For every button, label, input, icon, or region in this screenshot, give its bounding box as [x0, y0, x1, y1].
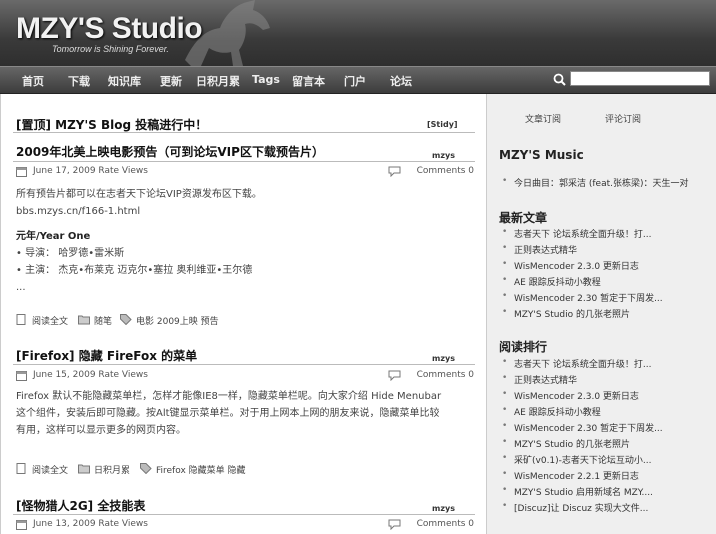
- nav-forum[interactable]: 论坛: [390, 73, 412, 89]
- excerpt-link[interactable]: bbs.mzys.cn/f166-1.html: [16, 203, 476, 220]
- post-author[interactable]: mzys: [432, 354, 455, 363]
- sidebar: 文章订阅 评论订阅 MZY'S Music 今日曲目：郭采洁 (feat.张栋梁…: [486, 94, 716, 534]
- excerpt-heading: 元年/Year One: [16, 231, 91, 242]
- list-item[interactable]: 采矿(v0.1)-志者天下论坛互动小...: [501, 453, 704, 469]
- post-author[interactable]: mzys: [432, 151, 455, 160]
- excerpt-line: • 主演： 杰克•布莱克 迈克尔•塞拉 奥利维亚•王尔德: [16, 265, 253, 276]
- divider: [13, 364, 475, 365]
- latest-posts-title: 最新文章: [499, 211, 548, 225]
- nav-home[interactable]: 首页: [22, 73, 44, 89]
- search-icon[interactable]: [553, 73, 566, 86]
- search-input[interactable]: [570, 71, 710, 86]
- music-widget-title: MZY'S Music: [499, 148, 584, 162]
- list-item[interactable]: 正则表达式精华: [501, 243, 704, 259]
- excerpt-line: 所有预告片都可以在志者天下论坛VIP资源发布区下载。: [16, 189, 262, 200]
- post-title[interactable]: 2009年北美上映电影预告（可到论坛VIP区下载预告片）: [16, 143, 324, 160]
- divider: [13, 514, 475, 515]
- excerpt-line: 这个组件，安装后即可隐藏。按Alt键显示菜单栏。对于用上网本上网的朋友来说，隐藏…: [16, 408, 440, 419]
- tag-icon: [120, 314, 132, 325]
- list-item[interactable]: MZY'S Studio 的几张老照片: [501, 437, 704, 453]
- nav-download[interactable]: 下载: [68, 73, 90, 89]
- document-icon: [16, 463, 26, 474]
- main-area: [置顶] MZY'S Blog 投稿进行中！ [Stidy] 2009年北美上映…: [0, 94, 716, 534]
- comment-bubble-icon: [388, 370, 401, 381]
- excerpt-line: [16, 220, 476, 228]
- post-tags[interactable]: Firefox 隐藏菜单 隐藏: [156, 463, 246, 476]
- nav-knowledge-base[interactable]: 知识库: [108, 73, 141, 89]
- list-item[interactable]: WisMencoder 2.30 暂定于下周发...: [501, 421, 704, 437]
- list-item[interactable]: WisMencoder 2.3.0 更新日志: [501, 259, 704, 275]
- site-tagline: Tomorrow is Shining Forever.: [52, 44, 169, 54]
- list-item[interactable]: 志者天下 论坛系统全面升级！打...: [501, 357, 704, 373]
- post-excerpt: 所有预告片都可以在志者天下论坛VIP资源发布区下载。 bbs.mzys.cn/f…: [16, 186, 476, 296]
- popular-posts-title: 阅读排行: [499, 340, 548, 354]
- list-item[interactable]: MZY'S Studio 启用新域名 MZY....: [501, 485, 704, 501]
- tag-icon: [140, 463, 152, 474]
- post-tags[interactable]: 电影 2009上映 预告: [136, 314, 219, 327]
- list-item[interactable]: AE 跟踪反抖动小教程: [501, 275, 704, 291]
- nav-bar: 首页 下载 知识库 更新 日积月累 Tags 留言本 门户 论坛: [0, 66, 716, 94]
- folder-icon: [78, 464, 90, 474]
- posts-feed-link[interactable]: 文章订阅: [525, 112, 561, 125]
- calendar-icon: [16, 371, 27, 381]
- post-author[interactable]: mzys: [432, 504, 455, 513]
- site-header: MZY'S Studio Tomorrow is Shining Forever…: [0, 0, 716, 66]
- folder-icon: [78, 315, 90, 325]
- list-item[interactable]: MZY'S Studio 的几张老照片: [501, 307, 704, 323]
- nav-daily[interactable]: 日积月累: [196, 73, 240, 89]
- list-item[interactable]: WisMencoder 2.30 暂定于下周发...: [501, 291, 704, 307]
- post-title[interactable]: [怪物猎人2G] 全技能表: [16, 497, 145, 514]
- calendar-icon: [16, 167, 27, 177]
- list-item[interactable]: AE 跟踪反抖动小教程: [501, 405, 704, 421]
- comment-bubble-icon: [388, 519, 401, 530]
- post-comments-link[interactable]: Comments 0: [417, 519, 474, 529]
- sticky-label: [Stidy]: [427, 120, 458, 129]
- latest-posts-list: 志者天下 论坛系统全面升级！打... 正则表达式精华 WisMencoder 2…: [501, 227, 704, 323]
- list-item[interactable]: 正则表达式精华: [501, 373, 704, 389]
- post-comments-link[interactable]: Comments 0: [417, 166, 474, 176]
- list-item[interactable]: 今日曲目：郭采洁 (feat.张栋梁)：天生一对: [501, 176, 716, 192]
- list-item[interactable]: WisMencoder 2.3.0 更新日志: [501, 389, 704, 405]
- nav-tags[interactable]: Tags: [252, 73, 280, 86]
- post-title[interactable]: [Firefox] 隐藏 FireFox 的菜单: [16, 347, 197, 364]
- post-category[interactable]: 日积月累: [94, 463, 130, 476]
- excerpt-line: ...: [16, 282, 26, 293]
- excerpt-line: Firefox 默认不能隐藏菜单栏，怎样才能像IE8一样，隐藏菜单栏呢。向大家介…: [16, 391, 442, 402]
- calendar-icon: [16, 520, 27, 530]
- post-date: June 15, 2009 Rate Views: [33, 370, 148, 380]
- post-comments-link[interactable]: Comments 0: [417, 370, 474, 380]
- post-excerpt: Firefox 默认不能隐藏菜单栏，怎样才能像IE8一样，隐藏菜单栏呢。向大家介…: [16, 388, 476, 439]
- post-list: [置顶] MZY'S Blog 投稿进行中！ [Stidy] 2009年北美上映…: [0, 94, 486, 534]
- nav-portal[interactable]: 门户: [344, 73, 366, 89]
- comments-feed-link[interactable]: 评论订阅: [605, 112, 641, 125]
- divider: [13, 132, 475, 133]
- nav-guestbook[interactable]: 留言本: [292, 73, 325, 89]
- music-list: 今日曲目：郭采洁 (feat.张栋梁)：天生一对: [501, 176, 716, 192]
- post-category[interactable]: 随笔: [94, 314, 112, 327]
- list-item[interactable]: [Discuz]让 Discuz 实现大文件...: [501, 501, 704, 517]
- sticky-post-title[interactable]: [置顶] MZY'S Blog 投稿进行中！: [16, 116, 207, 133]
- excerpt-line: • 导演： 哈罗德•雷米斯: [16, 248, 125, 259]
- post-date: June 17, 2009 Rate Views: [33, 166, 148, 176]
- read-more-link[interactable]: 阅读全文: [32, 314, 68, 327]
- read-more-link[interactable]: 阅读全文: [32, 463, 68, 476]
- list-item[interactable]: WisMencoder 2.2.1 更新日志: [501, 469, 704, 485]
- divider: [13, 161, 475, 162]
- list-item[interactable]: 志者天下 论坛系统全面升级！打...: [501, 227, 704, 243]
- post-meta: June 13, 2009 Rate Views Comments 0: [16, 518, 474, 534]
- post-meta: June 15, 2009 Rate Views Comments 0: [16, 369, 474, 385]
- nav-updates[interactable]: 更新: [160, 73, 182, 89]
- site-logo[interactable]: MZY'S Studio: [16, 12, 203, 46]
- document-icon: [16, 314, 26, 325]
- post-meta: June 17, 2009 Rate Views Comments 0: [16, 165, 474, 181]
- popular-posts-list: 志者天下 论坛系统全面升级！打... 正则表达式精华 WisMencoder 2…: [501, 357, 704, 517]
- comment-bubble-icon: [388, 166, 401, 177]
- excerpt-line: 有用，这样可以显示更多的网页内容。: [16, 425, 186, 436]
- post-date: June 13, 2009 Rate Views: [33, 519, 148, 529]
